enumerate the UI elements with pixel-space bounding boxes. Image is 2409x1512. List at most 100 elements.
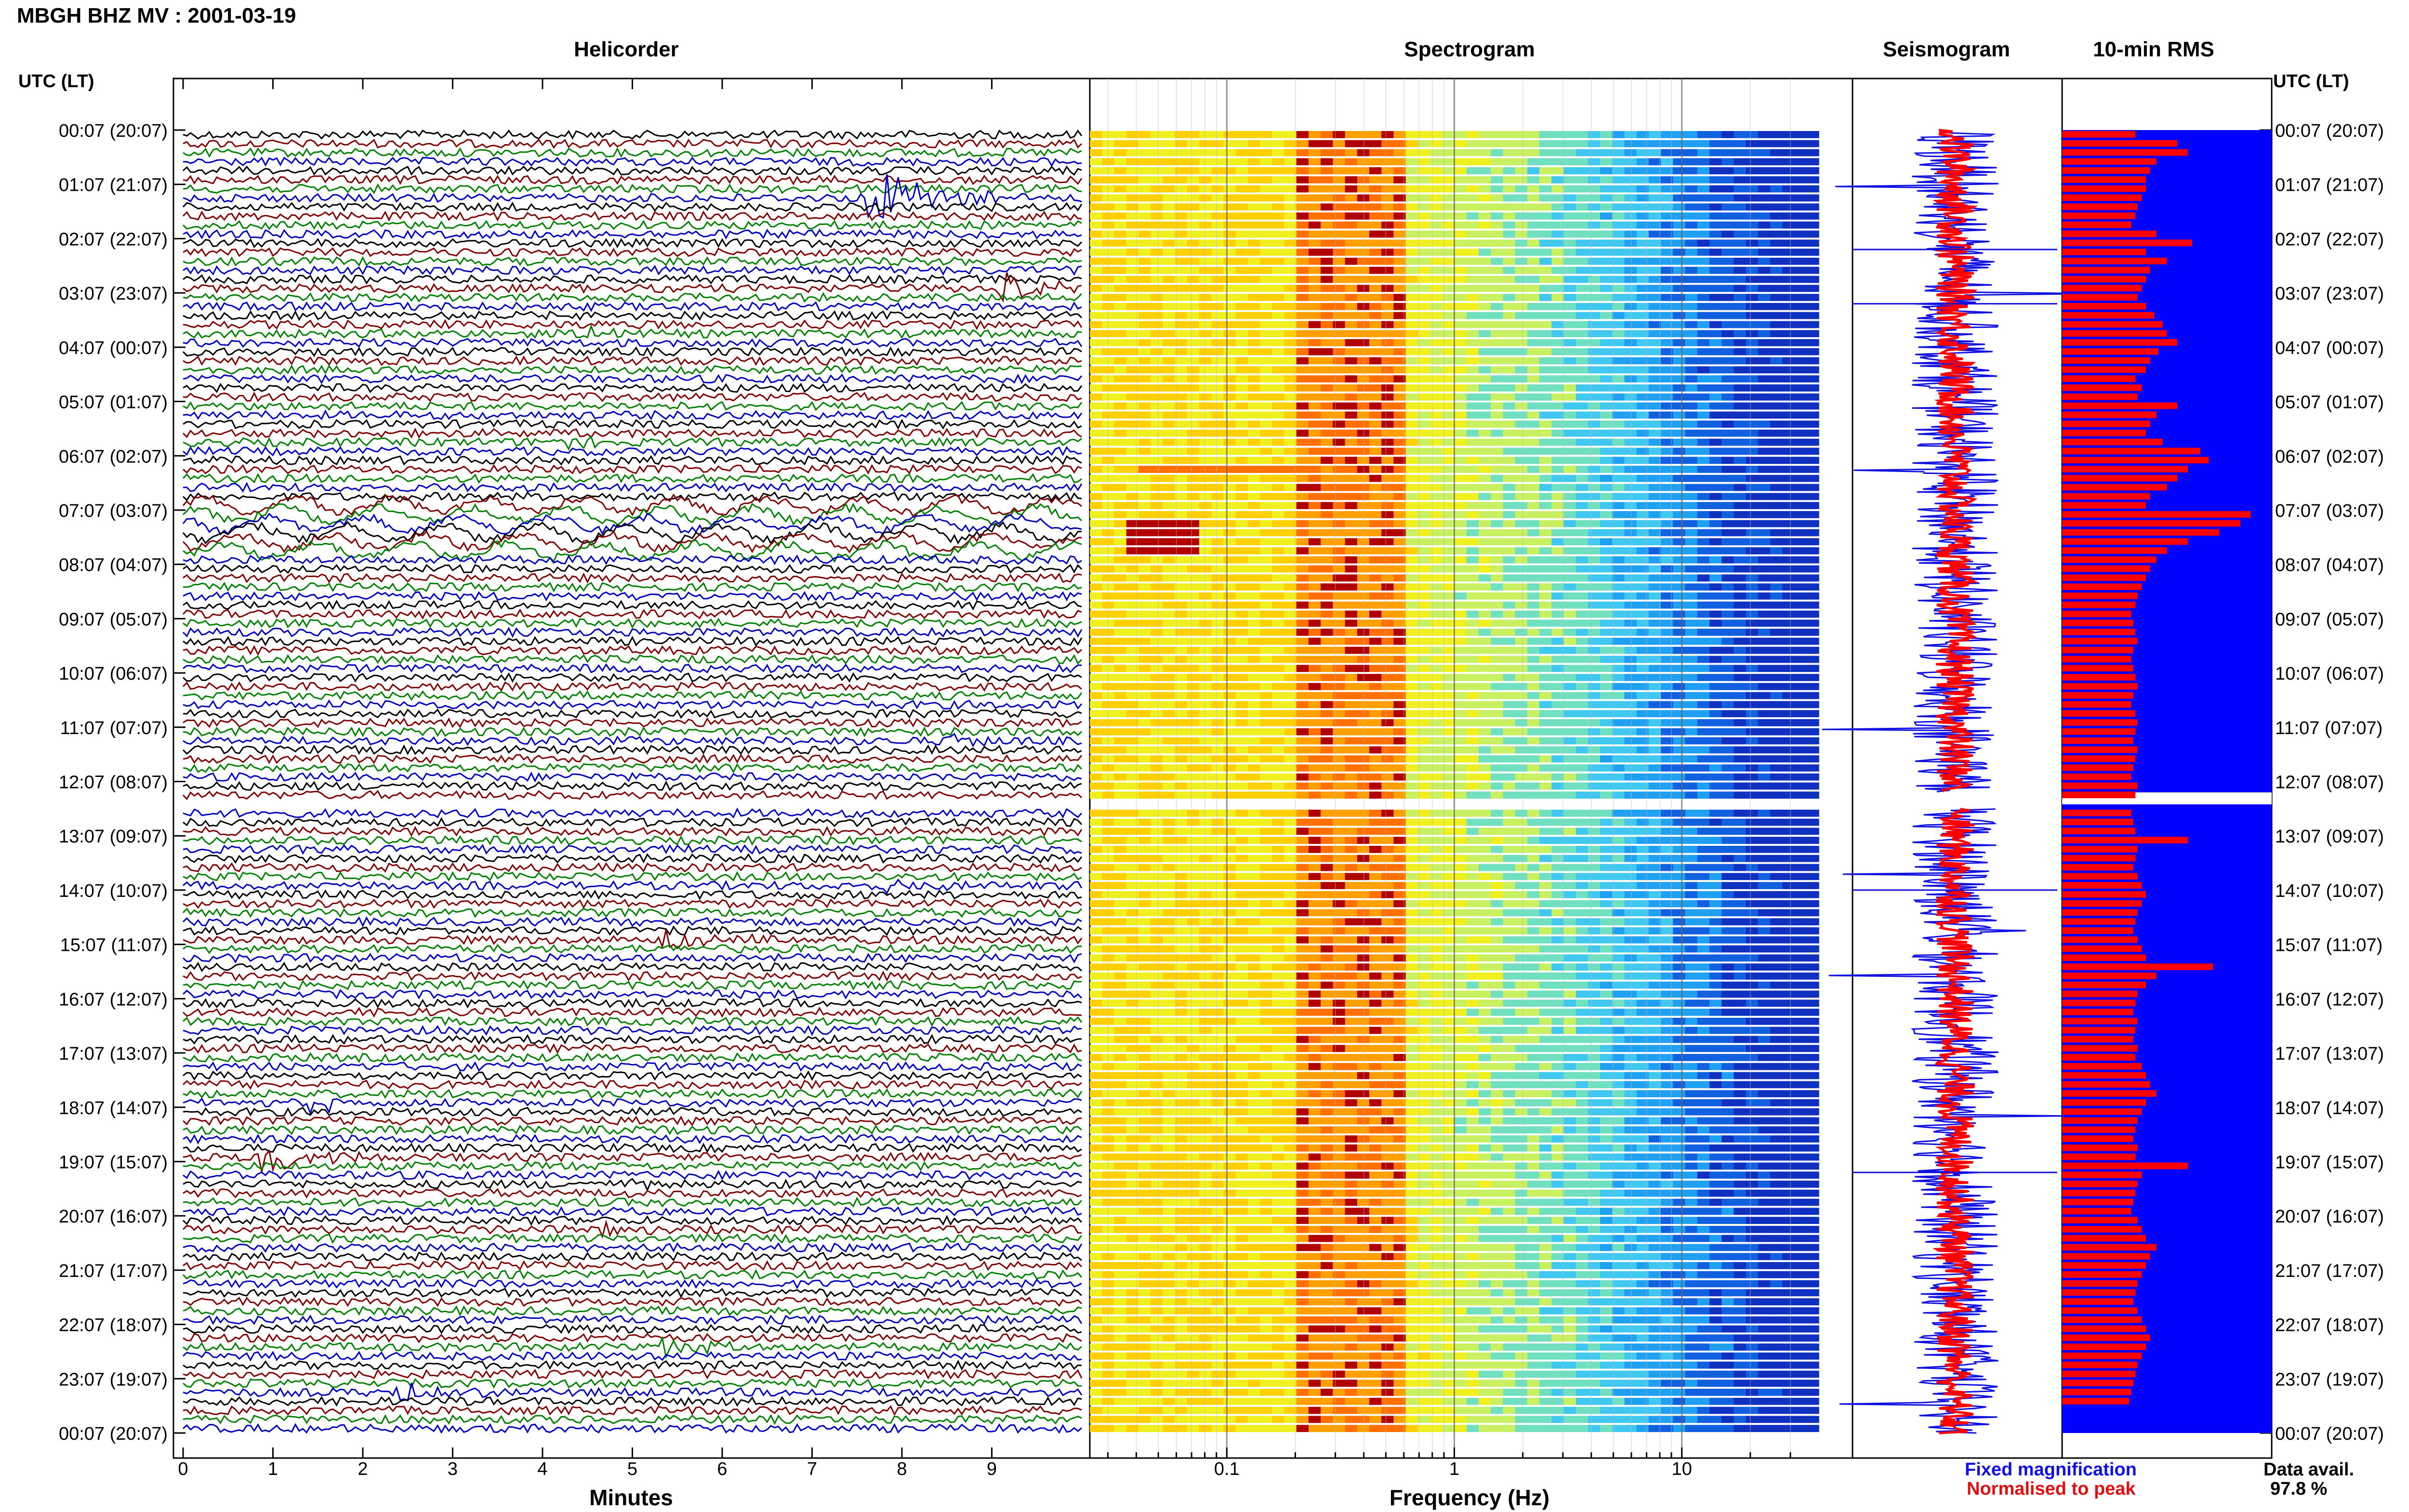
spectrogram-cell <box>1393 629 1406 636</box>
spectrogram-cell <box>1199 330 1212 338</box>
spectrogram-cell <box>1721 764 1734 772</box>
spectrogram-cell <box>1260 393 1272 401</box>
spectrogram-cell <box>1782 773 1795 781</box>
spectrogram-cell <box>1223 755 1236 763</box>
spectrogram-cell <box>1551 610 1564 618</box>
spectrogram-cell <box>1709 302 1722 310</box>
spectrogram-cell <box>1296 457 1309 464</box>
spectrogram-cell <box>1357 674 1370 681</box>
spectrogram-cell <box>1734 447 1747 455</box>
spectrogram-cell <box>1272 601 1285 609</box>
spectrogram-cell <box>1588 167 1601 174</box>
spectrogram-cell <box>1746 601 1759 609</box>
spectrogram-cell <box>1806 447 1819 455</box>
spectrogram-cell <box>1211 746 1224 754</box>
spectrogram-cell <box>1357 185 1370 193</box>
spectrogram-cell <box>1284 276 1297 283</box>
helicorder-trace <box>182 1215 1083 1226</box>
spectrogram-cell <box>1138 656 1151 663</box>
spectrogram-cell <box>1175 665 1188 672</box>
spectrogram-cell <box>1308 321 1321 329</box>
spectrogram-cell <box>1539 583 1552 591</box>
spectrogram-cell <box>1782 258 1795 265</box>
spectrogram-cell <box>1515 601 1528 609</box>
spectrogram-cell <box>1393 348 1406 355</box>
spectrogram-cell <box>1417 185 1430 193</box>
spectrogram-cell <box>1333 258 1346 265</box>
spectrogram-cell <box>1734 230 1747 238</box>
spectrogram-cell <box>1588 131 1601 138</box>
spectrogram-cell <box>1551 149 1564 157</box>
helicorder-trace <box>183 455 1082 466</box>
spectrogram-cell <box>1393 556 1406 564</box>
spectrogram-cell <box>1515 556 1528 564</box>
spectrogram-cell <box>1673 646 1686 654</box>
spectrogram-cell <box>1794 429 1807 437</box>
spectrogram-cell <box>1369 411 1382 419</box>
spectrogram-cell <box>1345 511 1358 518</box>
spectrogram-cell <box>1247 384 1260 392</box>
spectrogram-cell <box>1806 828 1819 835</box>
spectrogram-cell <box>1357 429 1370 437</box>
spectrogram-cell <box>1393 846 1406 853</box>
spectrogram-cell <box>1600 466 1613 473</box>
spectrogram-cell <box>1782 556 1795 564</box>
spectrogram-cell <box>1466 212 1479 220</box>
spectrogram-cell <box>1163 782 1176 790</box>
spectrogram-cell <box>1624 258 1637 265</box>
spectrogram-cell <box>1126 149 1139 157</box>
spectrogram-cell <box>1272 312 1285 319</box>
spectrogram-cell <box>1163 149 1176 157</box>
spectrogram-cell <box>1247 285 1260 292</box>
helicorder-trace <box>182 672 1082 683</box>
spectrogram-cell <box>1235 484 1248 491</box>
spectrogram-cell <box>1709 466 1722 473</box>
spectrogram-cell <box>1758 574 1771 582</box>
spectrogram-cell <box>1381 520 1394 527</box>
spectrogram-cell <box>1551 302 1564 310</box>
spectrogram-cell <box>1491 556 1504 564</box>
spectrogram-cell <box>1333 402 1346 410</box>
spectrogram-cell <box>1321 755 1334 763</box>
spectrogram-cell <box>1405 466 1418 473</box>
spectrogram-cell <box>1466 828 1479 835</box>
spectrogram-cell <box>1721 411 1734 419</box>
spectrogram-cell <box>1636 375 1649 382</box>
spectrogram-cell <box>1284 294 1297 301</box>
spectrogram-cell <box>1806 393 1819 401</box>
spectrogram-cell <box>1260 692 1272 699</box>
spectrogram-cell <box>1503 194 1516 202</box>
spectrogram-cell <box>1527 683 1540 690</box>
spectrogram-cell <box>1649 438 1661 446</box>
spectrogram-cell <box>1417 683 1430 690</box>
spectrogram-cell <box>1575 429 1588 437</box>
spectrogram-cell <box>1575 230 1588 238</box>
spectrogram-cell <box>1734 266 1747 274</box>
spectrogram-cell <box>1503 357 1516 365</box>
spectrogram-cell <box>1782 818 1795 826</box>
spectrogram-cell <box>1151 764 1164 772</box>
spectrogram-cell <box>1539 701 1552 709</box>
spectrogram-cell <box>1090 149 1102 157</box>
spectrogram-cell <box>1709 592 1722 600</box>
spectrogram-cell <box>1636 131 1649 138</box>
spectrogram-cell <box>1211 674 1224 681</box>
spectrogram-cell <box>1247 149 1260 157</box>
spectrogram-cell <box>1296 302 1309 310</box>
helicorder-trace <box>183 898 1082 909</box>
spectrogram-cell <box>1175 402 1188 410</box>
spectrogram-cell <box>1393 302 1406 310</box>
spectrogram-cell <box>1333 429 1346 437</box>
spectrogram-cell <box>1697 402 1710 410</box>
helicorder-trace <box>183 771 1082 783</box>
spectrogram-cell <box>1393 656 1406 663</box>
spectrogram-cell <box>1539 158 1552 166</box>
spectrogram-cell <box>1405 565 1418 573</box>
spectrogram-cell <box>1369 212 1382 220</box>
spectrogram-cell <box>1649 239 1661 247</box>
helicorder-trace <box>183 862 1082 873</box>
spectrogram-cell <box>1794 610 1807 618</box>
spectrogram-cell <box>1734 755 1747 763</box>
spectrogram-cell <box>1636 520 1649 527</box>
spectrogram-cell <box>1199 809 1212 817</box>
